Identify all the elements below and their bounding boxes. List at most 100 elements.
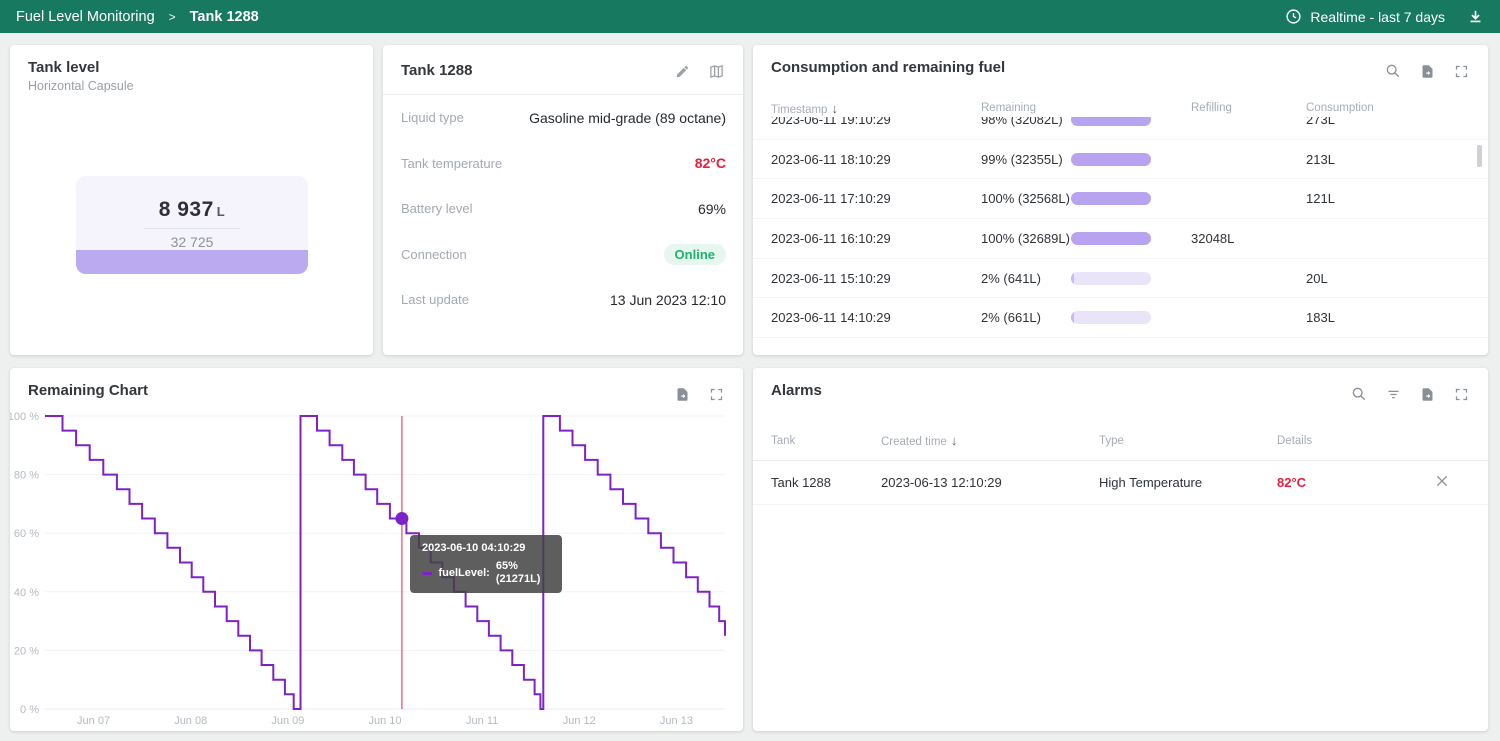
- col-timestamp[interactable]: Timestamp↓: [771, 101, 981, 116]
- info-row: Tank temperature82°C: [401, 141, 726, 187]
- search-icon[interactable]: [1382, 60, 1404, 82]
- svg-text:60 %: 60 %: [14, 528, 39, 540]
- table-row[interactable]: Tank 12882023-06-13 12:10:29High Tempera…: [753, 461, 1488, 505]
- info-row: Liquid type Gasoline mid-grade (89 octane…: [401, 95, 726, 141]
- consumption-rows-viewport: 2023-06-11 19:10:2998% (32082L)273L2023-…: [753, 117, 1488, 355]
- time-range-selector[interactable]: Realtime - last 7 days: [1285, 8, 1445, 25]
- col-created-time[interactable]: Created time↓: [881, 433, 1099, 448]
- sort-desc-icon: ↓: [831, 101, 838, 116]
- consumption-title: Consumption and remaining fuel: [771, 59, 1005, 76]
- remaining-progress-fill: [1071, 272, 1074, 285]
- search-icon[interactable]: [1348, 383, 1370, 405]
- cell-tank: Tank 1288: [771, 475, 881, 490]
- scrollbar-thumb[interactable]: [1477, 145, 1482, 167]
- breadcrumb-separator: >: [169, 10, 176, 24]
- export-file-icon[interactable]: [1416, 383, 1438, 405]
- cell-details: 82°C: [1277, 475, 1434, 490]
- cell-consumption: 183L: [1306, 310, 1470, 325]
- svg-text:0 %: 0 %: [20, 704, 39, 716]
- table-row[interactable]: 2023-06-11 17:10:29100% (32568L) 121L: [753, 179, 1488, 219]
- edit-icon[interactable]: [671, 60, 693, 82]
- info-label: Connection: [401, 247, 467, 262]
- cell-consumption: 273L: [1306, 117, 1470, 127]
- cell-timestamp: 2023-06-11 19:10:29: [771, 117, 981, 127]
- tank-level-fill-bar: [76, 250, 308, 274]
- cell-consumption: 20L: [1306, 271, 1470, 286]
- status-badge: Online: [664, 244, 726, 265]
- cell-refilling: 32048L: [1191, 231, 1306, 246]
- cell-remaining-bar: [1071, 311, 1191, 324]
- info-value: 69%: [698, 201, 726, 217]
- map-icon[interactable]: [705, 60, 727, 82]
- tank-level-unit: L: [217, 204, 225, 219]
- col-details[interactable]: Details: [1277, 435, 1434, 447]
- close-icon[interactable]: [1434, 473, 1470, 492]
- fullscreen-icon[interactable]: [1450, 383, 1472, 405]
- cell-remaining-bar: [1071, 192, 1191, 205]
- remaining-progress-fill: [1071, 311, 1074, 324]
- page-title: Tank 1288: [190, 9, 259, 25]
- fullscreen-icon[interactable]: [1450, 60, 1472, 82]
- filter-icon[interactable]: [1382, 383, 1404, 405]
- cell-remaining-bar: [1071, 153, 1191, 166]
- alarms-card: Alarms T: [753, 368, 1488, 731]
- alarms-header-row: Tank Created time↓ Type Details: [753, 421, 1488, 461]
- table-row[interactable]: 2023-06-11 15:10:292% (641L) 20L: [753, 259, 1488, 299]
- svg-text:Jun 10: Jun 10: [368, 715, 401, 727]
- svg-text:40 %: 40 %: [14, 587, 39, 599]
- table-row[interactable]: 2023-06-11 18:10:2999% (32355L) 213L: [753, 140, 1488, 180]
- tank-level-capsule: 8 937L 32 725: [76, 176, 308, 274]
- remaining-chart-card: Remaining Chart 0 %20 %40 %60 %80 %100 %…: [10, 368, 743, 731]
- svg-text:Jun 08: Jun 08: [174, 715, 207, 727]
- svg-text:20 %: 20 %: [14, 645, 39, 657]
- info-value: Gasoline mid-grade (89 octane): [529, 110, 726, 126]
- cell-remaining: 2% (661L): [981, 310, 1071, 325]
- export-file-icon[interactable]: [1416, 60, 1438, 82]
- export-file-icon[interactable]: [671, 383, 693, 405]
- fullscreen-icon[interactable]: [705, 383, 727, 405]
- remaining-progress-bar: [1071, 232, 1151, 245]
- cell-remaining: 2% (641L): [981, 271, 1071, 286]
- cell-remaining: 100% (32568L): [981, 191, 1071, 206]
- tank-level-divider: [144, 228, 240, 229]
- tank-level-subtitle: Horizontal Capsule: [28, 79, 134, 93]
- table-row[interactable]: 2023-06-11 19:10:2998% (32082L)273L: [753, 117, 1488, 140]
- download-icon[interactable]: [1467, 8, 1484, 25]
- cell-timestamp: 2023-06-11 18:10:29: [771, 152, 981, 167]
- clock-icon: [1285, 8, 1302, 25]
- tank-level-value: 8 937L: [76, 198, 308, 222]
- col-remaining[interactable]: Remaining: [981, 102, 1071, 114]
- consumption-rows: 2023-06-11 19:10:2998% (32082L)273L2023-…: [753, 117, 1488, 338]
- svg-text:Jun 07: Jun 07: [77, 715, 110, 727]
- cell-timestamp: 2023-06-11 17:10:29: [771, 191, 981, 206]
- col-tank[interactable]: Tank: [771, 435, 881, 447]
- remaining-progress-bar: [1071, 311, 1151, 324]
- tank-info-rows: Liquid type Gasoline mid-grade (89 octane…: [383, 95, 743, 323]
- info-label: Battery level: [401, 201, 473, 216]
- table-row[interactable]: 2023-06-11 14:10:292% (661L) 183L: [753, 298, 1488, 338]
- remaining-progress-bar: [1071, 117, 1151, 126]
- remaining-progress-bar: [1071, 192, 1151, 205]
- svg-text:Jun 12: Jun 12: [563, 715, 596, 727]
- col-type[interactable]: Type: [1099, 435, 1277, 447]
- info-value: 13 Jun 2023 12:10: [610, 292, 726, 308]
- remaining-chart-title: Remaining Chart: [28, 382, 148, 399]
- info-label: Tank temperature: [401, 156, 502, 171]
- col-refilling[interactable]: Refilling: [1191, 102, 1306, 114]
- breadcrumb-dashboard-link[interactable]: Fuel Level Monitoring: [16, 9, 155, 25]
- alarms-rows: Tank 12882023-06-13 12:10:29High Tempera…: [753, 461, 1488, 505]
- cell-consumption: 121L: [1306, 191, 1470, 206]
- cell-remaining-bar: [1071, 232, 1191, 245]
- tank-info-title: Tank 1288: [401, 62, 472, 79]
- info-label: Liquid type: [401, 110, 464, 125]
- info-label: Last update: [401, 292, 469, 307]
- cell-timestamp: 2023-06-11 14:10:29: [771, 310, 981, 325]
- cell-consumption: 213L: [1306, 152, 1470, 167]
- cell-timestamp: 2023-06-11 15:10:29: [771, 271, 981, 286]
- cell-timestamp: 2023-06-11 16:10:29: [771, 231, 981, 246]
- col-consumption[interactable]: Consumption: [1306, 102, 1470, 114]
- info-row: Last update 13 Jun 2023 12:10: [401, 277, 726, 323]
- table-row[interactable]: 2023-06-11 16:10:29100% (32689L)32048L: [753, 219, 1488, 259]
- cell-remaining: 99% (32355L): [981, 152, 1071, 167]
- remaining-chart-svg[interactable]: 0 %20 %40 %60 %80 %100 %Jun 07Jun 08Jun …: [10, 408, 743, 728]
